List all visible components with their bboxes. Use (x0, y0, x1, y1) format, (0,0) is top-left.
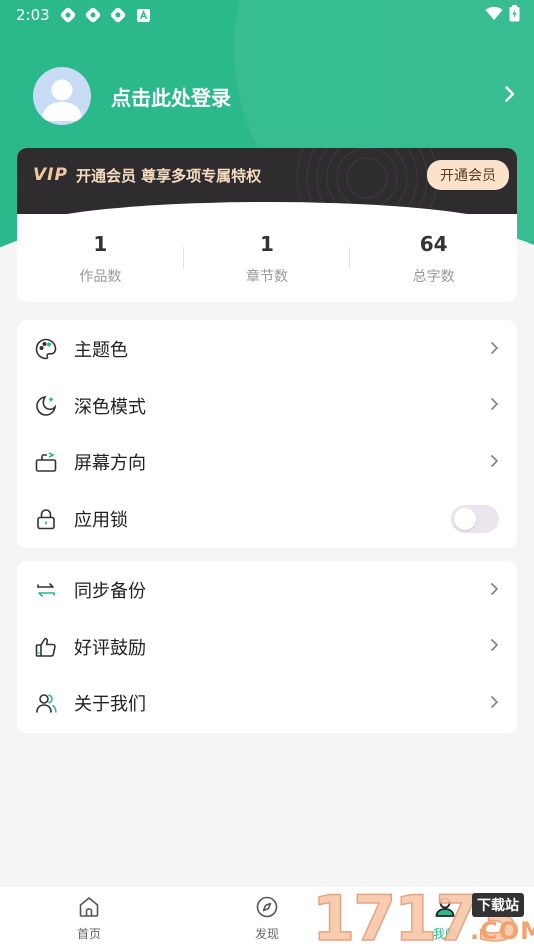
menu-item-label: 深色模式 (74, 396, 146, 418)
chevron-right-icon (490, 694, 499, 713)
toggle-knob (454, 507, 476, 530)
chevron-right-icon[interactable] (504, 85, 516, 107)
chevron-right-icon (490, 637, 499, 656)
stat-label: 章节数 (246, 269, 288, 285)
status-bar: 2:03 (0, 0, 534, 30)
chevron-right-icon (490, 581, 499, 600)
menu-item-screen-orientation[interactable]: 屏幕方向 (17, 434, 517, 491)
nav-tab-profile[interactable]: 我的 (356, 887, 534, 950)
battery-icon (509, 4, 520, 26)
login-prompt[interactable]: 点击此处登录 (111, 82, 231, 111)
chevron-right-icon (490, 340, 499, 359)
vip-stats-card: VIP 开通会员 尊享多项专属特权 开通会员 1 作品数 1 章节数 64 总字… (17, 148, 517, 302)
wifi-icon (485, 6, 503, 25)
nav-label: 首页 (76, 927, 101, 941)
stat-value: 1 (93, 232, 108, 256)
vip-logo: VIP (33, 165, 68, 185)
stat-word-count: 64 总字数 (350, 230, 517, 290)
menu-item-rate-app[interactable]: 好评鼓励 (17, 619, 517, 676)
vip-banner[interactable]: VIP 开通会员 尊享多项专属特权 开通会员 (17, 148, 517, 214)
compass-icon (255, 895, 279, 923)
profile-icon (433, 895, 457, 923)
screen-rotation-icon (33, 449, 59, 475)
palette-icon (33, 336, 59, 362)
users-icon (33, 690, 59, 716)
menu-item-label: 好评鼓励 (74, 637, 146, 659)
menu-item-theme-color[interactable]: 主题色 (17, 321, 517, 378)
menu-item-about-us[interactable]: 关于我们 (17, 675, 517, 732)
profile-login-row[interactable]: 点击此处登录 (33, 67, 516, 125)
nav-label: 我的 (432, 927, 457, 941)
open-membership-button[interactable]: 开通会员 (427, 160, 509, 190)
thumbs-up-icon (33, 634, 59, 660)
stat-chapters: 1 章节数 (184, 230, 351, 290)
vip-promo-text: 开通会员 尊享多项专属特权 (75, 166, 262, 185)
menu-item-label: 应用锁 (74, 509, 128, 531)
nav-label: 发现 (254, 927, 279, 941)
status-time: 2:03 (16, 6, 50, 24)
stat-works: 1 作品数 (17, 230, 184, 290)
menu-item-sync-backup[interactable]: 同步备份 (17, 562, 517, 619)
stat-label: 作品数 (79, 269, 122, 285)
extra-menu-card: 同步备份 好评鼓励 关于我们 (17, 561, 517, 733)
menu-item-label: 屏幕方向 (74, 453, 146, 475)
chevron-right-icon (490, 453, 499, 472)
notification-app-icon (85, 7, 102, 24)
notification-a-icon (135, 7, 152, 24)
stats-row: 1 作品数 1 章节数 64 总字数 (17, 230, 517, 290)
notification-app-icon (110, 7, 127, 24)
stat-value: 64 (419, 232, 448, 256)
home-icon (77, 895, 101, 923)
bottom-navigation: 首页 发现 我的 (0, 887, 534, 950)
sync-icon (33, 577, 59, 603)
stat-label: 总字数 (412, 269, 455, 285)
lock-icon (33, 506, 59, 532)
notification-app-icon (60, 7, 77, 24)
avatar[interactable] (33, 67, 91, 125)
nav-tab-home[interactable]: 首页 (0, 887, 178, 950)
chevron-right-icon (490, 396, 499, 415)
menu-item-label: 主题色 (74, 340, 128, 362)
menu-item-label: 关于我们 (74, 694, 146, 716)
nav-tab-discover[interactable]: 发现 (178, 887, 356, 950)
app-lock-toggle[interactable] (451, 504, 499, 533)
moon-icon (33, 393, 59, 419)
menu-item-dark-mode[interactable]: 深色模式 (17, 378, 517, 435)
settings-menu-card: 主题色 深色模式 屏幕方向 应用锁 (17, 320, 517, 548)
menu-item-app-lock[interactable]: 应用锁 (17, 491, 517, 548)
stat-value: 1 (260, 232, 274, 256)
menu-item-label: 同步备份 (74, 581, 146, 603)
